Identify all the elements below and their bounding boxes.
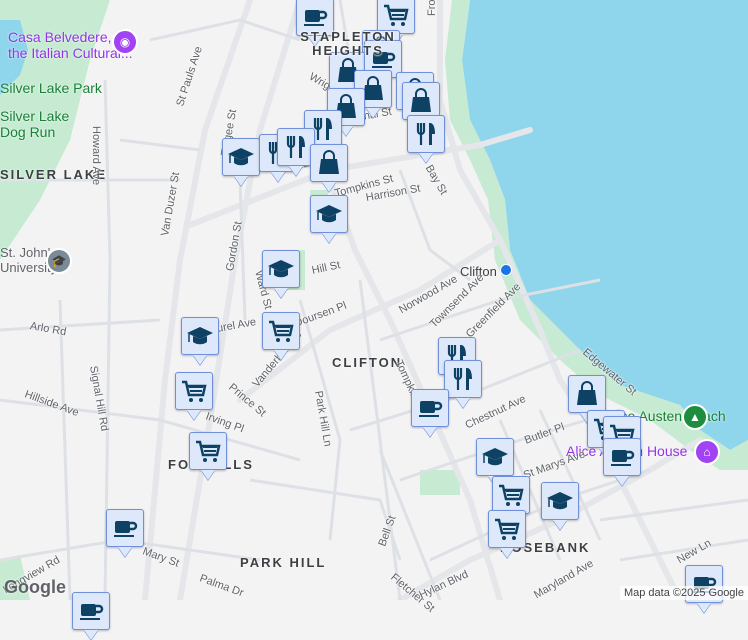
graduation-cap-icon bbox=[267, 255, 295, 283]
street-label: Howard Ave bbox=[90, 126, 102, 186]
neighborhood-stapleton-heights: STAPLETON HEIGHTS bbox=[300, 29, 396, 58]
coffee-cup-icon bbox=[111, 514, 139, 542]
graduation-cap-icon bbox=[227, 143, 255, 171]
graduation-cap-icon bbox=[186, 322, 214, 350]
restaurant-icon bbox=[282, 133, 310, 161]
shopping-cart-icon bbox=[180, 377, 208, 405]
marker-cart[interactable] bbox=[492, 476, 530, 514]
museum-icon[interactable]: ⌂ bbox=[694, 439, 720, 465]
map-attribution[interactable]: Map data ©2025 Google bbox=[619, 586, 748, 600]
marker-grad[interactable] bbox=[181, 317, 219, 355]
neighborhood-park-hill: PARK HILL bbox=[240, 555, 327, 570]
camera-icon[interactable]: ◉ bbox=[112, 29, 138, 55]
coffee-cup-icon bbox=[416, 394, 444, 422]
marker-cart[interactable] bbox=[488, 510, 526, 548]
coffee-cup-icon bbox=[77, 597, 105, 625]
marker-coffee[interactable] bbox=[72, 592, 110, 630]
marker-fork[interactable] bbox=[407, 115, 445, 153]
shopping-cart-icon bbox=[194, 437, 222, 465]
street-label: Front St bbox=[426, 0, 438, 16]
coffee-cup-icon bbox=[301, 3, 329, 31]
shopping-cart-icon bbox=[382, 1, 410, 29]
marker-fork[interactable] bbox=[444, 360, 482, 398]
restaurant-icon bbox=[449, 365, 477, 393]
marker-grad[interactable] bbox=[262, 250, 300, 288]
train-icon bbox=[500, 264, 512, 276]
shopping-cart-icon bbox=[497, 481, 525, 509]
marker-coffee[interactable] bbox=[411, 389, 449, 427]
coffee-cup-icon bbox=[608, 443, 636, 471]
restaurant-icon bbox=[412, 120, 440, 148]
marker-coffee[interactable] bbox=[603, 438, 641, 476]
poi-silver-lake-park[interactable]: Silver Lake Park bbox=[0, 80, 102, 96]
google-logo: Google bbox=[4, 577, 66, 597]
marker-grad[interactable] bbox=[222, 138, 260, 176]
graduation-cap-icon bbox=[315, 200, 343, 228]
marker-cart[interactable] bbox=[175, 372, 213, 410]
marker-bag[interactable] bbox=[568, 375, 606, 413]
shopping-cart-icon bbox=[267, 317, 295, 345]
shopping-bag-icon bbox=[407, 87, 435, 115]
graduation-cap-icon bbox=[546, 487, 574, 515]
shopping-cart-icon bbox=[493, 515, 521, 543]
marker-grad[interactable] bbox=[541, 482, 579, 520]
marker-cart[interactable] bbox=[189, 432, 227, 470]
poi-dog-run[interactable]: Silver Lake Dog Run bbox=[0, 108, 69, 140]
university-icon[interactable]: 🎓 bbox=[46, 248, 72, 274]
marker-grad[interactable] bbox=[476, 438, 514, 476]
park-tree-icon[interactable]: ▲ bbox=[682, 404, 708, 430]
marker-coffee[interactable] bbox=[106, 509, 144, 547]
neighborhood-clifton: CLIFTON bbox=[332, 355, 403, 370]
marker-cart[interactable] bbox=[262, 312, 300, 350]
shopping-bag-icon bbox=[315, 149, 343, 177]
marker-grad[interactable] bbox=[310, 195, 348, 233]
shopping-bag-icon bbox=[573, 380, 601, 408]
marker-bag[interactable] bbox=[310, 144, 348, 182]
graduation-cap-icon bbox=[481, 443, 509, 471]
